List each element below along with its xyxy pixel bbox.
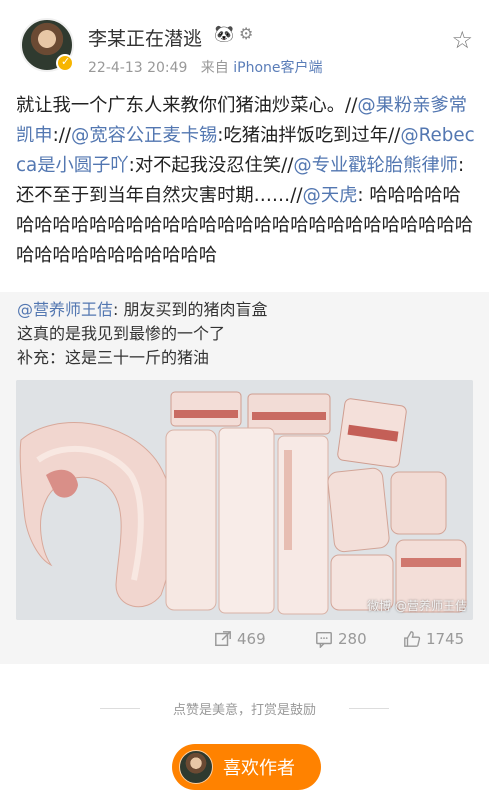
pork-photo[interactable]: 微博 @营养师王佶 [16,380,473,620]
post-text: 就让我一个广东人来教你们猪油炒菜心。// [16,95,358,116]
comment-action[interactable]: 280 [315,630,367,648]
repost-author-link[interactable]: @营养师王佶 [17,300,113,319]
post-text: :对不起我没忍住笑// [128,155,294,176]
comment-icon [316,631,332,648]
thumbs-up-icon [404,631,421,647]
like-author-button[interactable]: 喜欢作者 [172,744,321,790]
repost-text: @营养师王佶: 朋友买到的猪肉盲盒 这真的是我见到最惨的一个了 补充：这是三十一… [17,298,268,370]
author-avatar[interactable] [20,18,74,72]
like-action[interactable]: 1745 [403,630,464,648]
image-watermark: 微博 @营养师王佶 [367,599,467,613]
comment-count: 280 [338,630,367,648]
repost-line: 这真的是我见到最惨的一个了 [17,324,226,343]
repost-count: 469 [237,630,266,648]
post-text: :吃猪油拌饭吃到过年// [217,125,401,146]
author-name[interactable]: 李某正在潜逃 [88,24,202,51]
source-device[interactable]: iPhone客户端 [233,60,322,76]
verified-badge-icon [56,54,74,72]
repost-action[interactable]: 469 [214,630,266,648]
post-timestamp: 22-4-13 20:49 [88,60,188,76]
favorite-star-icon[interactable]: ☆ [451,26,473,54]
post-meta: 22-4-13 20:49 来自 iPhone客户端 [88,57,323,77]
reposted-content[interactable]: @营养师王佶: 朋友买到的猪肉盲盒 这真的是我见到最惨的一个了 补充：这是三十一… [0,292,489,664]
author-avatar-small [179,750,213,784]
like-author-label: 喜欢作者 [223,758,295,779]
post-text: :// [52,125,72,146]
repost-line: 补充：这是三十一斤的猪油 [17,348,210,367]
mention-link[interactable]: @宽容公正麦卡锡 [71,125,217,146]
user-badge-icons: 🐼 ⚙ [214,24,254,43]
post-header: 李某正在潜逃 🐼 ⚙ 22-4-13 20:49 来自 iPhone客户端 ☆ [0,0,489,86]
mention-link[interactable]: @专业戳轮胎熊律师 [293,155,458,176]
divider-line [349,708,389,709]
pork-photo-illustration [16,380,473,620]
post-body: 就让我一个广东人来教你们猪油炒菜心。//@果粉亲爹常凯申://@宽容公正麦卡锡:… [16,91,476,271]
mention-link[interactable]: @天虎 [303,185,358,206]
source-prefix: 来自 [200,60,229,76]
like-count: 1745 [426,630,465,648]
reward-tip: 点赞是美意，打赏是鼓励 [172,703,316,718]
repost-line: : 朋友买到的猪肉盲盒 [113,300,268,319]
reward-tip-row: 点赞是美意，打赏是鼓励 [0,693,489,723]
post-actions: 469 280 1745 [0,624,489,664]
repost-icon [215,631,231,647]
